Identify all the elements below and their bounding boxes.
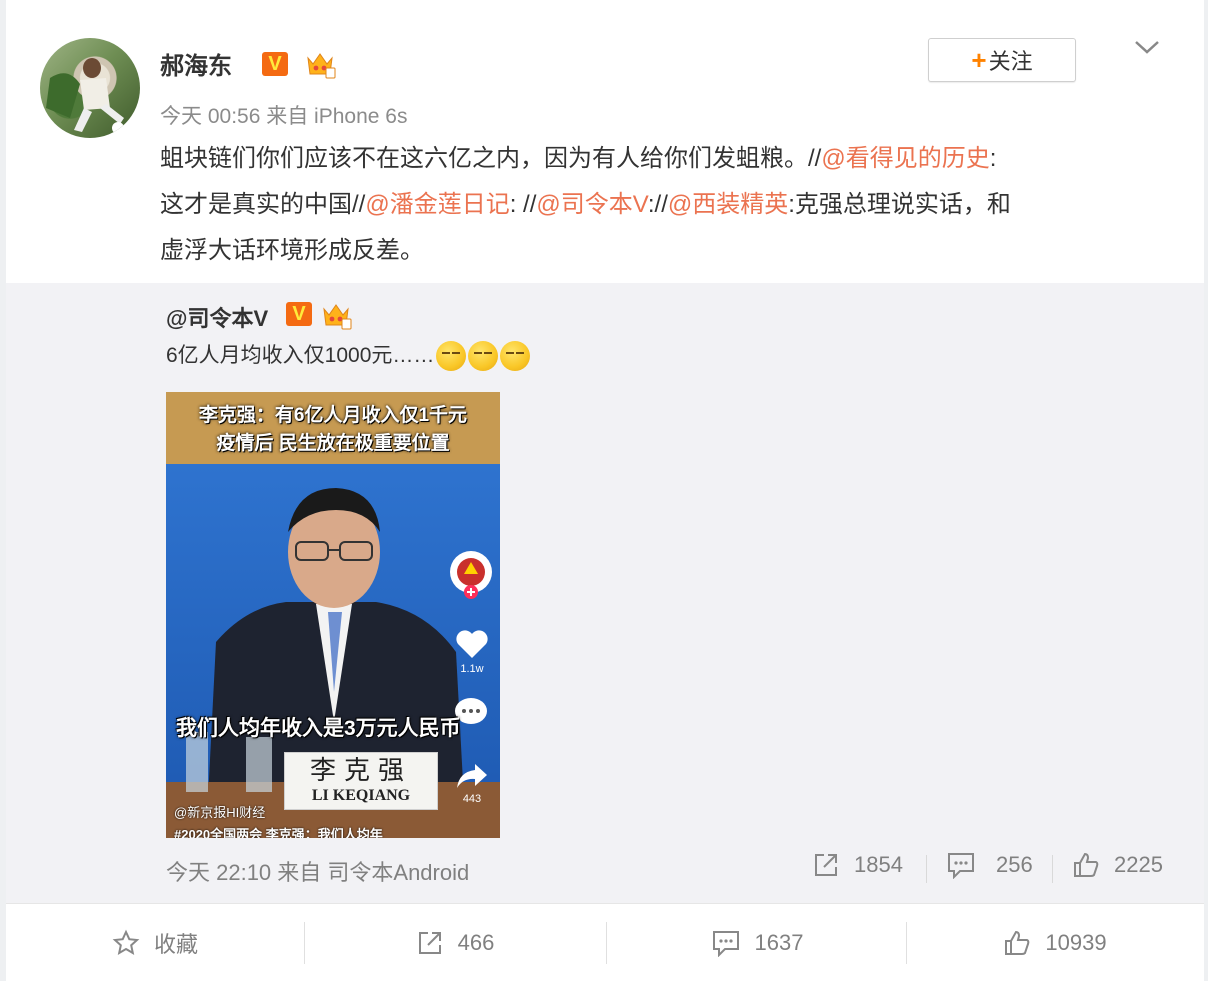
follow-button[interactable]: + 关注 [928,38,1076,82]
repost-forward-button[interactable]: 1854 [812,851,903,879]
emoji-icon [468,341,499,372]
comment-icon [948,853,974,879]
video-share-button[interactable]: 443 [454,762,490,805]
thumbs-up-icon [1074,852,1099,877]
divider [926,855,927,883]
verified-v-icon: V [286,302,312,326]
vip-crown-icon [307,53,336,79]
video-subtitle: 我们人均年收入是3万元人民币 [176,717,461,740]
post-content: 蛆块链们你们应该不在这六亿之内，因为有人给你们发蛆粮。//@看得见的历史: 这才… [160,136,1170,274]
repost-author-name[interactable]: @司令本V [166,301,268,333]
comment-icon [712,930,739,957]
avatar-photo [46,58,124,134]
vip-crown-icon [323,304,352,330]
mention-link[interactable]: @看得见的历史 [821,145,989,172]
share-arrow-icon [457,764,487,788]
forward-count: 466 [457,929,495,955]
video-source: @新京报HI财经 [174,805,266,820]
content-text: : [989,145,997,172]
post-author-name[interactable]: 郝海东 [160,46,232,81]
favorite-label: 收藏 [153,931,198,957]
channel-avatar-icon[interactable] [448,550,494,603]
favorite-button[interactable]: 收藏 [6,904,304,981]
content-text: :// [647,191,668,218]
star-icon [112,929,140,955]
repost-text-body: 6亿人月均收入仅1000元…… [166,344,435,367]
thumbs-up-icon [1005,930,1030,955]
video-like-button[interactable]: 1.1w [454,628,490,675]
divider [606,922,607,964]
chevron-down-icon[interactable] [1132,36,1162,60]
comment-count: 1637 [754,929,804,955]
divider [304,922,305,964]
video-headline: 李克强：有6亿人月收入仅1千元 [198,405,468,426]
mention-link[interactable]: @潘金莲日记 [365,191,509,218]
mention-link[interactable]: @西装精英 [668,191,788,218]
video-share-count: 443 [462,793,482,805]
repost-text: 6亿人月均收入仅1000元…… [166,341,531,372]
repost-like-count: 2225 [1114,852,1163,877]
video-nameplate: 李克强 LI KEQIANG [284,752,438,810]
post-meta: 今天 00:56 来自 iPhone 6s [160,105,408,128]
like-button[interactable]: 10939 [906,904,1204,981]
emoji-icon [500,341,531,372]
share-icon [815,854,837,876]
action-bar: 收藏 466 1637 10939 [6,903,1204,981]
verified-v-icon: V [262,52,288,76]
repost-comment-count: 256 [996,852,1033,877]
video-hashtag: #2020全国两会 李克强：我们人均年 [174,827,383,838]
follow-label: 关注 [988,49,1033,74]
plus-icon: + [971,45,987,75]
repost-forward-count: 1854 [854,852,903,877]
content-text: 虚浮大话环境形成反差。 [160,237,424,264]
repost-container: @司令本V V 6亿人月均收入仅1000元…… 李克强：有6亿人月收入仅1千元 … [6,283,1204,903]
heart-icon [456,630,488,658]
nameplate-chinese: 李克强 [309,756,412,785]
like-count: 10939 [1045,929,1107,955]
mention-link[interactable]: @司令本V [536,191,647,218]
video-headline: 疫情后 民生放在极重要位置 [216,433,450,454]
repost-meta: 今天 22:10 来自 司令本Android [166,860,470,885]
content-text: :克强总理说实话，和 [788,191,1011,218]
forward-button[interactable]: 466 [306,904,604,981]
content-text: 蛆块链们你们应该不在这六亿之内，因为有人给你们发蛆粮。// [160,145,822,172]
repost-like-button[interactable]: 2225 [1072,851,1163,879]
video-like-count: 1.1w [460,663,484,675]
emoji-icon [436,341,467,372]
content-text: : // [509,191,537,218]
repost-comment-button[interactable]: 256 [946,851,1033,879]
share-icon [418,931,441,954]
avatar[interactable] [40,38,140,138]
divider [1052,855,1053,883]
video-thumbnail[interactable]: 李克强：有6亿人月收入仅1千元 疫情后 民生放在极重要位置 1.1w 443 我… [166,392,500,838]
content-text: 这才是真实的中国// [160,191,366,218]
comment-button[interactable]: 1637 [608,904,906,981]
nameplate-english: LI KEQIANG [311,787,411,804]
